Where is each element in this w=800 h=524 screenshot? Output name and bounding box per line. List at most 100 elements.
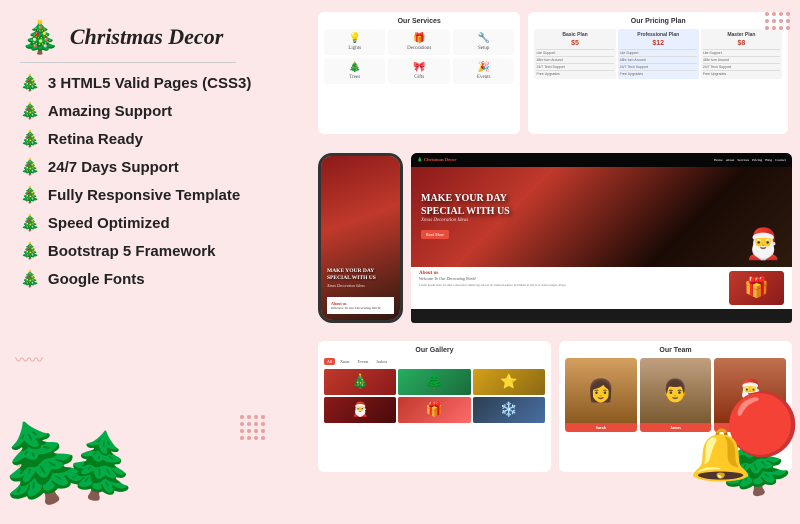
dots-decoration: [240, 415, 265, 440]
feature-label: Retina Ready: [48, 131, 143, 148]
gallery-filter-indoor[interactable]: Indoor: [373, 358, 390, 365]
nav-link-blog: Blog: [765, 158, 772, 162]
pricing-title: Our Pricing Plan: [534, 18, 782, 25]
desktop-about-text: About us Welcome To Our Decorating World…: [419, 271, 721, 305]
phone-mockup: MAKE YOUR DAY SPECIAL WITH US Xmas Decor…: [318, 153, 403, 323]
desktop-hero-title: MAKE YOUR DAY SPECIAL WITH US: [421, 192, 527, 218]
ornament-icon: 🎄: [20, 241, 40, 261]
feature-label: Google Fonts: [48, 271, 145, 288]
nav-link-pricing: Pricing: [752, 158, 762, 162]
desktop-about: About us Welcome To Our Decorating World…: [411, 267, 792, 309]
feature-label: Fully Responsive Template: [48, 187, 240, 204]
brand-tree-icon: 🎄: [20, 18, 60, 56]
feature-speed: 🎄 Speed Optimized: [20, 213, 290, 233]
team-member-1: 👩 Sarah: [565, 358, 637, 432]
feature-label: Speed Optimized: [48, 215, 170, 232]
feature-html5: 🎄 3 HTML5 Valid Pages (CSS3): [20, 73, 290, 93]
feature-label: 3 HTML5 Valid Pages (CSS3): [48, 75, 251, 92]
pricing-plan-master-plan: Master Plan$8Lite Support48hr turn Aroun…: [701, 29, 782, 79]
phone-hero-text: MAKE YOUR DAY SPECIAL WITH US: [327, 268, 394, 282]
service-gifts: 🎀Gifts: [388, 58, 449, 84]
feature-label: Amazing Support: [48, 103, 172, 120]
ornament-icon: 🎄: [20, 213, 40, 233]
pricing-cols: Basic Plan$5Lite Support48hr turn Around…: [534, 29, 782, 79]
feature-fonts: 🎄 Google Fonts: [20, 269, 290, 289]
feature-support: 🎄 Amazing Support: [20, 101, 290, 121]
desktop-mockup: 🎄 Christmas Decor Home About Services Pr…: [411, 153, 792, 323]
service-setup: 🔧Setup: [453, 29, 514, 55]
ornament-icon: 🎄: [20, 101, 40, 121]
nav-link-home: Home: [714, 158, 723, 162]
desktop-nav: 🎄 Christmas Decor Home About Services Pr…: [411, 153, 792, 167]
gallery-item-2: 🌲: [398, 369, 470, 395]
gallery-grid: 🎄 🌲 ⭐ 🎅 🎁 ❄️: [324, 369, 545, 423]
ornament-icon: 🎄: [20, 73, 40, 93]
team-photo-2: 👨: [640, 358, 712, 423]
brand-title: Christmas Decor: [70, 24, 223, 50]
wave-decoration-1: 〰〰: [15, 350, 43, 370]
feature-support247: 🎄 24/7 Days Support: [20, 157, 290, 177]
gallery-item-5: 🎁: [398, 397, 470, 423]
services-grid: 💡Lights🎁Decorations🔧Setup 🎄Trees🎀Gifts🎉Ev…: [324, 29, 514, 84]
pine-left-2-decoration: 🌲: [54, 422, 147, 512]
desktop-nav-logo: 🎄 Christmas Decor: [417, 157, 456, 163]
gallery-filter-all[interactable]: All: [324, 358, 335, 365]
pricing-plan-professional-plan: Professional Plan$12Lite Support48hr tur…: [618, 29, 699, 79]
gallery-item-1: 🎄: [324, 369, 396, 395]
team-title: Our Team: [565, 347, 786, 354]
desktop-hero-sub: Xmas Decoration Ideas: [421, 218, 598, 223]
feature-label: Bootstrap 5 Framework: [48, 243, 216, 260]
feature-retina: 🎄 Retina Ready: [20, 129, 290, 149]
wave-decoration-2: 〰〰: [15, 455, 43, 475]
pricing-plan-basic-plan: Basic Plan$5Lite Support48hr turn Around…: [534, 29, 615, 79]
ornament-icon: 🎄: [20, 269, 40, 289]
ornament-icon: 🎄: [20, 185, 40, 205]
gallery-item-3: ⭐: [473, 369, 545, 395]
feature-responsive: 🎄 Fully Responsive Template: [20, 185, 290, 205]
desktop-about-body: Lorem ipsum dolor sit amet consectetur a…: [419, 283, 721, 288]
desktop-hero: MAKE YOUR DAY SPECIAL WITH US Xmas Decor…: [411, 167, 792, 267]
gallery-filter: AllXmasEventsIndoor: [324, 358, 545, 365]
team-member-2: 👨 James: [640, 358, 712, 432]
service-trees: 🎄Trees: [324, 58, 385, 84]
services-title: Our Services: [324, 18, 514, 25]
top-previews: Our Services 💡Lights🎁Decorations🔧Setup 🎄T…: [310, 0, 800, 140]
service-decorations: 🎁Decorations: [388, 29, 449, 55]
features-list: 🎄 3 HTML5 Valid Pages (CSS3) 🎄 Amazing Supp…: [20, 73, 290, 289]
team-photo-1: 👩: [565, 358, 637, 423]
nav-link-services: Services: [737, 158, 749, 162]
phone-about-sub: Welcome To Our Decorating World: [331, 306, 390, 310]
gallery-item-4: 🎅: [324, 397, 396, 423]
gallery-preview: Our Gallery AllXmasEventsIndoor 🎄 🌲 ⭐ 🎅 …: [318, 341, 551, 472]
phone-hero-sub: Xmas Decoration Ideas: [327, 283, 394, 288]
service-events: 🎉Events: [453, 58, 514, 84]
santa-icon: 🎅: [745, 227, 782, 262]
team-name-bar-1: Sarah: [565, 423, 637, 432]
gallery-filter-xmas[interactable]: Xmas: [337, 358, 352, 365]
bell-icon: 🔔: [690, 426, 752, 485]
dots-top-right: [765, 12, 790, 30]
nav-link-contact: Contact: [775, 158, 786, 162]
ornament-icon: 🎄: [20, 129, 40, 149]
gallery-title: Our Gallery: [324, 347, 545, 354]
phone-screen: MAKE YOUR DAY SPECIAL WITH US Xmas Decor…: [321, 156, 400, 320]
feature-label: 24/7 Days Support: [48, 159, 179, 176]
desktop-nav-links: Home About Services Pricing Blog Contact: [714, 158, 786, 162]
brand-header: 🎄 Christmas Decor: [20, 18, 290, 56]
desktop-about-subtitle: Welcome To Our Decorating World: [419, 276, 721, 281]
desktop-about-image: 🎁: [729, 271, 784, 305]
team-name-1: Sarah: [567, 425, 635, 430]
middle-preview: MAKE YOUR DAY SPECIAL WITH US Xmas Decor…: [310, 140, 800, 335]
desktop-hero-btn: Read More: [421, 230, 449, 239]
pricing-preview: Our Pricing Plan Basic Plan$5Lite Suppor…: [528, 12, 788, 134]
nav-link-about: About: [726, 158, 735, 162]
left-panel: 🎄 Christmas Decor 🎄 3 HTML5 Valid Pages (…: [0, 0, 310, 500]
ornament-icon: 🎄: [20, 157, 40, 177]
gallery-item-6: ❄️: [473, 397, 545, 423]
feature-bootstrap: 🎄 Bootstrap 5 Framework: [20, 241, 290, 261]
service-lights: 💡Lights: [324, 29, 385, 55]
brand-divider: [20, 62, 236, 63]
gallery-filter-events[interactable]: Events: [354, 358, 371, 365]
phone-about-section: About us Welcome To Our Decorating World: [327, 297, 394, 314]
services-preview: Our Services 💡Lights🎁Decorations🔧Setup 🎄T…: [318, 12, 520, 134]
